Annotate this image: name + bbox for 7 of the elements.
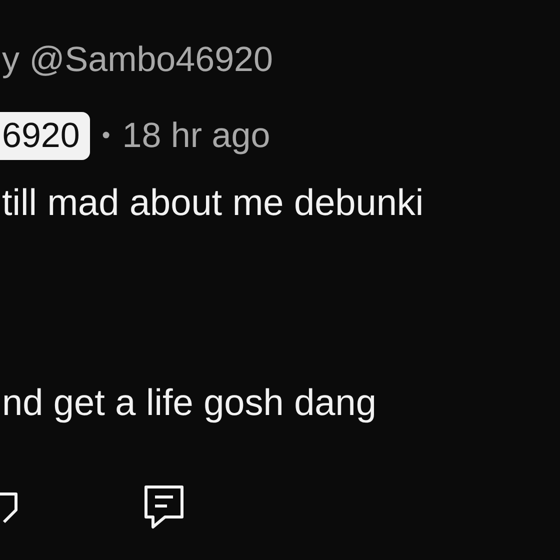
- comment-icon[interactable]: [143, 484, 185, 530]
- comment-text: nd get a life gosh dang: [1, 381, 378, 425]
- reply-to-text[interactable]: y @Sambo46920: [0, 38, 560, 82]
- timestamp: 18 hr ago: [122, 115, 270, 157]
- author-badge[interactable]: 6920: [0, 112, 90, 160]
- comment-text: till mad about me debunki: [1, 181, 425, 225]
- separator-dot: •: [102, 121, 110, 151]
